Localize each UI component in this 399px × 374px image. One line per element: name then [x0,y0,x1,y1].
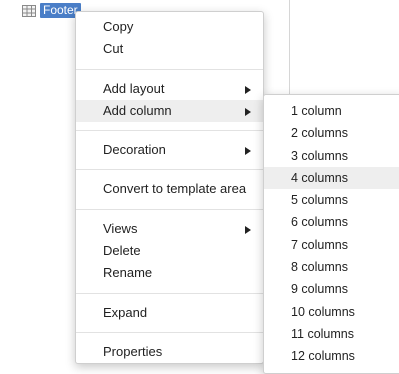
menu-separator [76,169,263,171]
menu-item-cut[interactable]: Cut [76,38,263,60]
chevron-right-icon [245,107,251,116]
submenu-item-label: 11 columns [291,326,354,341]
menu-item-label: Expand [103,304,148,320]
submenu-item-10-columns[interactable]: 10 columns [264,301,399,323]
submenu-item-3-columns[interactable]: 3 columns [264,145,399,167]
menu-item-label: Views [103,220,138,236]
menu-item-label: Cut [103,41,124,57]
submenu-item-label: 1 column [291,104,342,118]
chevron-right-icon [245,147,251,156]
grid-icon [22,4,36,17]
menu-item-label: Decoration [103,142,166,158]
submenu-item-12-columns[interactable]: 12 columns [264,345,399,367]
menu-item-label: Add column [103,102,172,118]
submenu-item-label: 5 columns [291,193,348,208]
submenu-item-label: 2 columns [291,126,348,141]
menu-item-rename[interactable]: Rename [76,262,263,284]
menu-item-delete[interactable]: Delete [76,240,263,262]
menu-item-convert-to-template-area[interactable]: Convert to template area [76,178,263,200]
menu-separator [76,130,263,132]
submenu-item-8-columns[interactable]: 8 columns [264,256,399,278]
panel-divider [289,0,290,97]
submenu-item-4-columns[interactable]: 4 columns [264,166,399,190]
menu-item-label: Convert to template area [103,181,247,197]
submenu-item-2-columns[interactable]: 2 columns [264,122,399,144]
submenu-item-6-columns[interactable]: 6 columns [264,211,399,233]
menu-item-copy[interactable]: Copy [76,16,263,38]
tree-node-footer[interactable]: Footer [22,3,81,18]
submenu-item-label: 10 columns [291,304,355,319]
submenu-item-label: 7 columns [291,237,348,252]
submenu-item-label: 12 columns [291,349,355,364]
menu-separator [76,208,263,210]
menu-separator [76,68,263,70]
submenu-item-9-columns[interactable]: 9 columns [264,278,399,300]
submenu-item-1-column[interactable]: 1 column [264,100,399,122]
submenu-item-label: 4 columns [291,170,348,185]
submenu-item-label: 6 columns [291,215,348,230]
menu-item-add-column[interactable]: Add column [76,99,263,123]
menu-item-label: Rename [103,265,153,281]
menu-item-expand[interactable]: Expand [76,302,263,324]
menu-item-label: Add layout [103,80,165,96]
submenu-item-label: 9 columns [291,282,348,297]
chevron-right-icon [245,85,251,94]
menu-item-decoration[interactable]: Decoration [76,139,263,161]
chevron-right-icon [245,225,251,234]
menu-item-add-layout[interactable]: Add layout [76,78,263,100]
submenu-item-11-columns[interactable]: 11 columns [264,323,399,345]
menu-item-properties[interactable]: Properties [76,341,263,363]
menu-separator [76,292,263,294]
submenu-item-5-columns[interactable]: 5 columns [264,189,399,211]
menu-item-views[interactable]: Views [76,218,263,240]
submenu-item-7-columns[interactable]: 7 columns [264,234,399,256]
menu-item-label: Properties [103,343,163,359]
add-column-submenu: 1 column 2 columns 3 columns 4 columns 5… [263,94,399,374]
menu-separator [76,331,263,333]
submenu-item-label: 3 columns [291,148,348,163]
menu-item-label: Copy [103,19,134,34]
submenu-item-label: 8 columns [291,260,348,275]
context-menu: Copy Cut Add layout Add column Decoratio… [75,11,264,364]
menu-item-label: Delete [103,243,141,259]
